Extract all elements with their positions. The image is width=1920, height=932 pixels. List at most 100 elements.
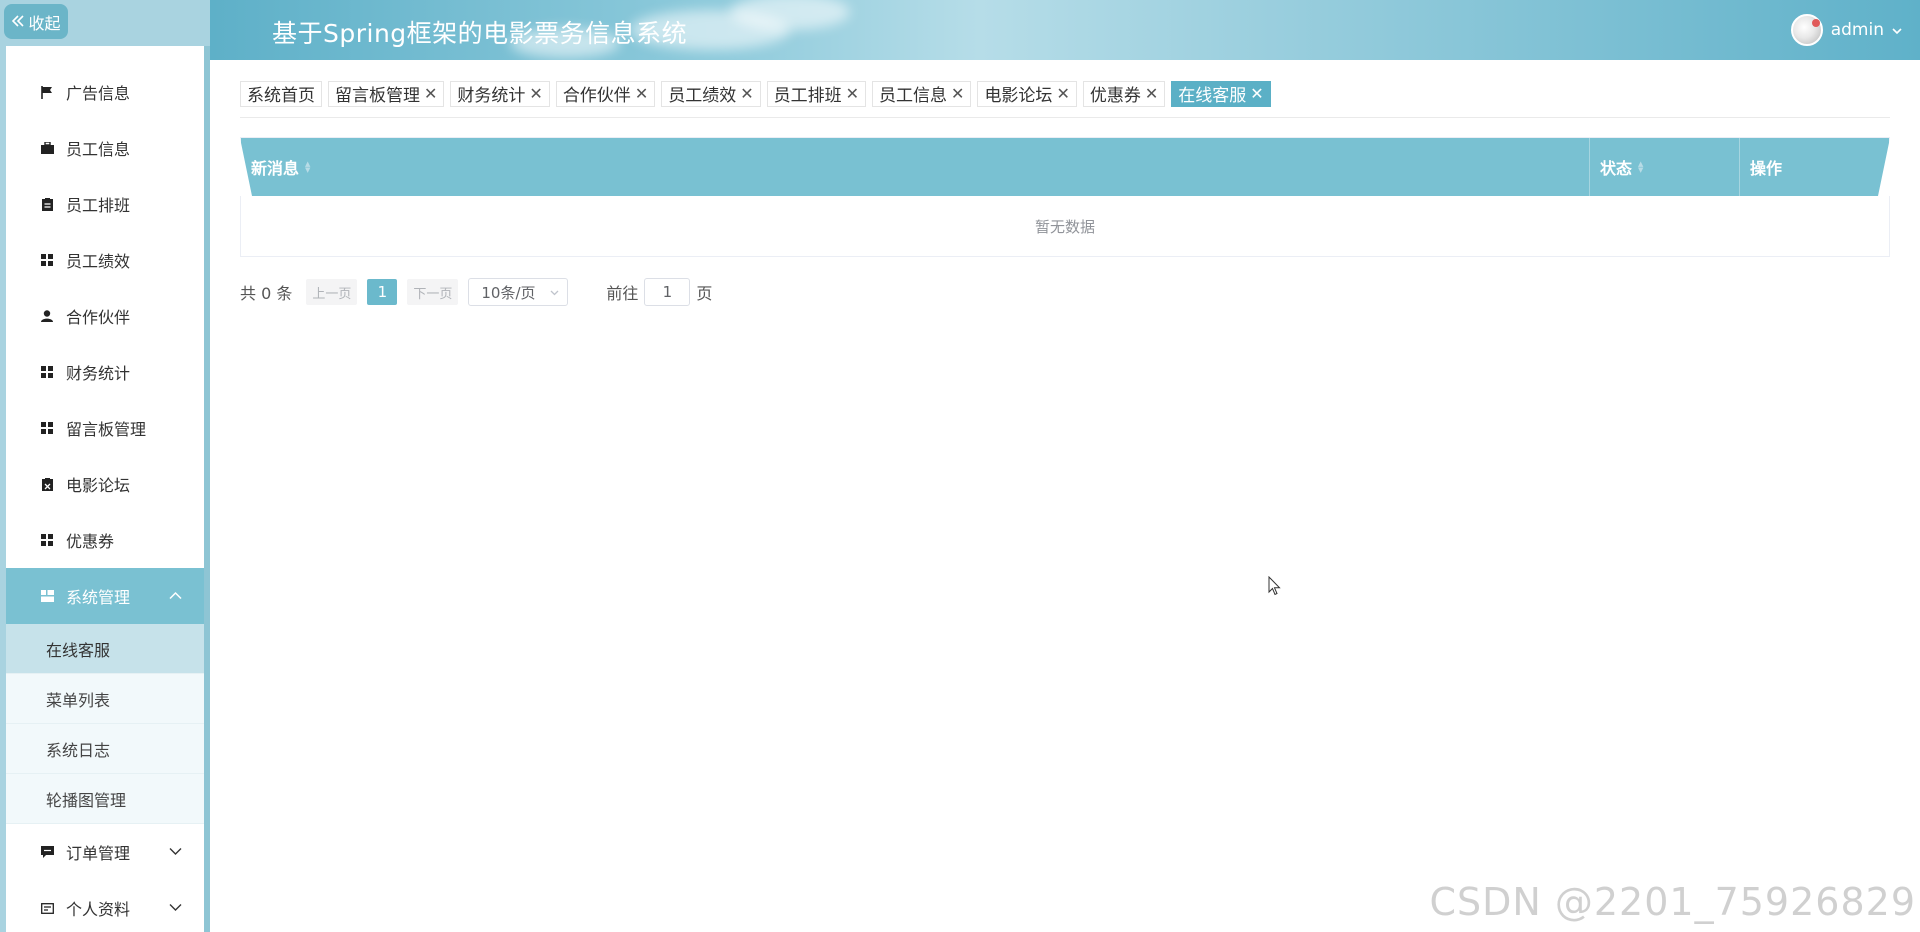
submenu-item-online-service[interactable]: 在线客服 <box>6 624 204 674</box>
tag-coupons[interactable]: 优惠券 ✕ <box>1082 80 1166 107</box>
double-chevron-left-icon <box>11 12 25 31</box>
sidebar-item-finance[interactable]: 财务统计 <box>6 344 204 400</box>
sidebar-edge <box>204 46 210 932</box>
sidebar-item-partners[interactable]: 合作伙伴 <box>6 288 204 344</box>
goto-label: 前往 <box>606 284 639 303</box>
tag-home[interactable]: 系统首页 <box>240 80 322 107</box>
close-icon[interactable]: ✕ <box>1056 84 1069 103</box>
chevron-down-icon <box>169 845 182 860</box>
sidebar-item-profile[interactable]: 个人资料 <box>6 880 204 932</box>
grid-icon <box>40 533 54 547</box>
header-slant-right <box>1878 138 1890 196</box>
tag-label: 留言板管理 <box>335 86 420 106</box>
collapse-label: 收起 <box>28 13 61 33</box>
dashboard-icon <box>40 589 54 603</box>
sidebar-item-label: 财务统计 <box>66 364 131 383</box>
avatar <box>1790 14 1823 46</box>
user-icon <box>40 309 54 323</box>
sidebar-item-movie-forum[interactable]: 电影论坛 <box>6 456 204 512</box>
system-submenu: 在线客服 菜单列表 系统日志 轮播图管理 <box>6 624 204 824</box>
sidebar-item-message-board[interactable]: 留言板管理 <box>6 400 204 456</box>
tag-label: 员工绩效 <box>668 86 737 106</box>
tag-label: 在线客服 <box>1178 86 1247 106</box>
empty-text: 暂无数据 <box>1034 217 1095 236</box>
sidebar-item-label: 广告信息 <box>66 84 131 103</box>
sidebar-item-staff-info[interactable]: 员工信息 <box>6 120 204 176</box>
sidebar-item-ads[interactable]: 广告信息 <box>6 64 204 120</box>
chat-icon <box>40 845 54 859</box>
sidebar-item-label: 系统管理 <box>66 588 131 607</box>
sort-icon[interactable]: ▲ ▼ <box>305 161 310 174</box>
submenu-item-system-log[interactable]: 系统日志 <box>6 724 204 774</box>
sidebar-item-label: 员工信息 <box>66 140 131 159</box>
close-icon[interactable]: ✕ <box>740 84 753 103</box>
sidebar-item-label: 电影论坛 <box>66 476 131 495</box>
close-icon[interactable]: ✕ <box>1250 84 1263 103</box>
mouse-cursor-icon <box>1268 576 1281 596</box>
sidebar-item-label: 个人资料 <box>66 900 131 919</box>
tag-label: 系统首页 <box>247 86 315 106</box>
collapse-button[interactable]: 收起 <box>4 4 68 39</box>
tag-partners[interactable]: 合作伙伴 ✕ <box>555 80 656 107</box>
flag-icon <box>40 85 54 99</box>
menu-panel: 广告信息 员工信息 员工排班 员工绩效 合作伙伴 财务统计 留言板管理 电影论坛… <box>6 46 204 932</box>
grid-icon <box>40 365 54 379</box>
tag-staff-performance[interactable]: 员工绩效 ✕ <box>661 80 761 107</box>
submenu-item-carousel[interactable]: 轮播图管理 <box>6 774 204 824</box>
sidebar-item-label: 留言板管理 <box>66 420 147 439</box>
tag-online-service[interactable]: 在线客服 ✕ <box>1171 80 1271 107</box>
user-menu[interactable]: admin <box>1790 14 1902 46</box>
sidebar: 收起 广告信息 员工信息 员工排班 员工绩效 合作伙伴 财务统计 留言板管理 电… <box>0 0 210 932</box>
sidebar-item-system-management[interactable]: 系统管理 <box>6 568 204 624</box>
tag-staff-schedule[interactable]: 员工排班 ✕ <box>766 80 867 107</box>
briefcase-icon <box>40 141 54 155</box>
sidebar-item-label: 优惠券 <box>66 532 115 551</box>
tag-label: 电影论坛 <box>984 86 1053 106</box>
top-header: 基于Spring框架的电影票务信息系统 admin <box>210 0 1920 60</box>
id-card-icon <box>40 901 54 915</box>
sidebar-item-label: 员工排班 <box>66 196 131 215</box>
sidebar-item-orders[interactable]: 订单管理 <box>6 824 204 880</box>
close-icon[interactable]: ✕ <box>424 84 437 103</box>
tag-label: 员工排班 <box>773 86 842 106</box>
sidebar-item-staff-performance[interactable]: 员工绩效 <box>6 232 204 288</box>
close-icon[interactable]: ✕ <box>846 84 859 103</box>
page-number-button[interactable]: 1 <box>367 279 398 305</box>
column-label: 操作 <box>1750 159 1783 178</box>
next-page-button[interactable]: 下一页 <box>407 279 459 305</box>
header-slant-left <box>240 138 252 196</box>
tags-bar: 系统首页 留言板管理 ✕ 财务统计 ✕ 合作伙伴 ✕ 员工绩效 ✕ 员工排班 ✕ 员工信息… <box>240 78 1890 118</box>
tag-label: 合作伙伴 <box>562 86 631 106</box>
close-icon[interactable]: ✕ <box>529 84 542 103</box>
total-count: 共 0 条 <box>240 284 293 303</box>
menu-list: 广告信息 员工信息 员工排班 员工绩效 合作伙伴 财务统计 留言板管理 电影论坛… <box>6 46 204 624</box>
chevron-down-icon <box>550 286 559 299</box>
prev-page-button[interactable]: 上一页 <box>306 279 358 305</box>
clipboard-icon <box>40 197 54 211</box>
table-empty: 暂无数据 <box>241 196 1889 256</box>
close-icon[interactable]: ✕ <box>635 84 648 103</box>
tag-movie-forum[interactable]: 电影论坛 ✕ <box>977 80 1077 107</box>
sidebar-item-staff-schedule[interactable]: 员工排班 <box>6 176 204 232</box>
column-label: 新消息 <box>251 159 300 178</box>
column-header-status[interactable]: 状态 ▲ ▼ <box>1590 138 1740 196</box>
sidebar-item-coupons[interactable]: 优惠券 <box>6 512 204 568</box>
watermark: CSDN @2201_75926829 <box>1429 880 1916 924</box>
goto-page-input[interactable] <box>644 278 691 306</box>
page-size-select[interactable]: 10条/页 <box>468 278 569 306</box>
close-icon[interactable]: ✕ <box>951 84 964 103</box>
goto-suffix: 页 <box>696 284 713 303</box>
sidebar-item-label: 订单管理 <box>66 844 131 863</box>
tag-label: 员工信息 <box>879 86 948 106</box>
tag-staff-info[interactable]: 员工信息 ✕ <box>872 80 972 107</box>
submenu-item-menu-list[interactable]: 菜单列表 <box>6 674 204 724</box>
sort-icon[interactable]: ▲ ▼ <box>1638 161 1643 174</box>
column-header-new-message[interactable]: 新消息 ▲ ▼ <box>241 138 1590 196</box>
tag-finance[interactable]: 财务统计 ✕ <box>450 80 550 107</box>
column-header-actions: 操作 <box>1740 138 1889 196</box>
tag-label: 财务统计 <box>457 86 526 106</box>
close-icon[interactable]: ✕ <box>1145 84 1158 103</box>
chevron-down-icon <box>169 901 182 916</box>
page-size-value: 10条/页 <box>481 283 536 302</box>
tag-message-board[interactable]: 留言板管理 ✕ <box>328 80 445 107</box>
